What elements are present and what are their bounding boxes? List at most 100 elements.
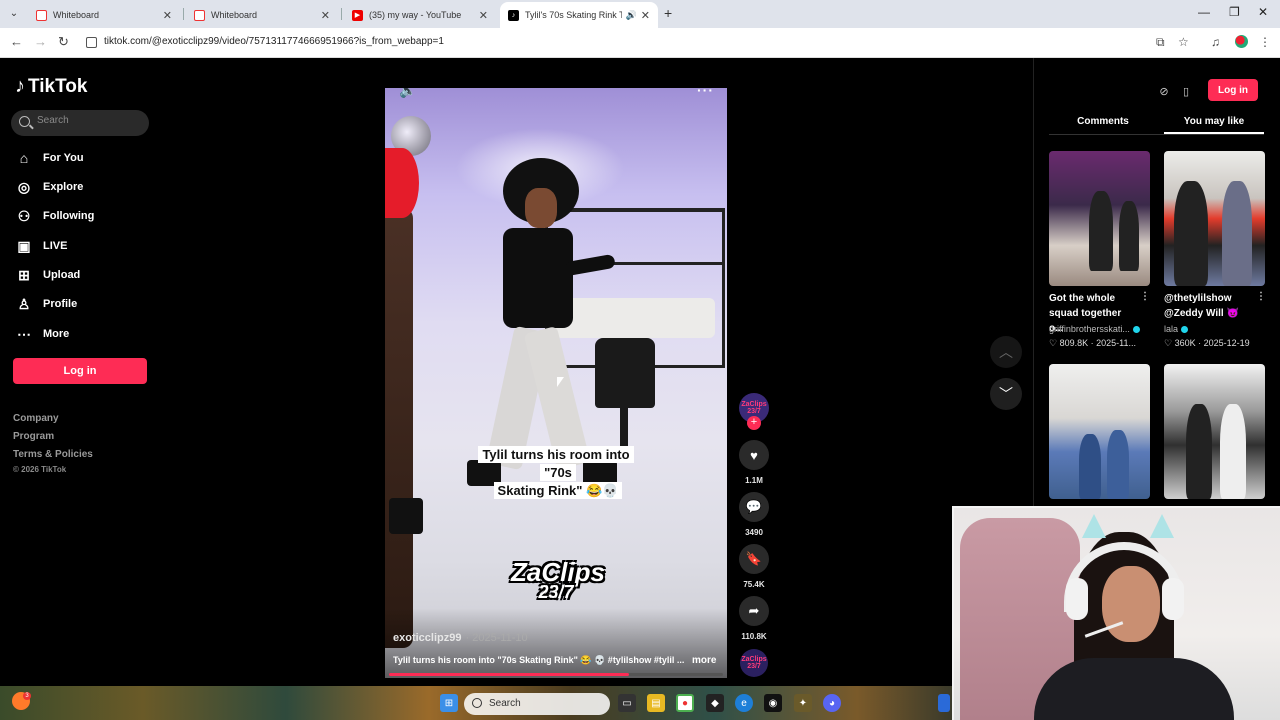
footer-link-terms[interactable]: Terms & Policies xyxy=(13,449,93,460)
thumbnail-figure xyxy=(1174,181,1208,286)
tab-search-chevron-icon[interactable]: ⌄ xyxy=(6,6,22,22)
suggested-video-author[interactable]: lala xyxy=(1164,324,1264,334)
edge-icon[interactable]: e xyxy=(735,694,753,712)
url-text[interactable]: tiktok.com/@exoticclipz99/video/75713117… xyxy=(104,36,444,47)
video-author-line[interactable]: exoticclipz99 · 2025-11-10 xyxy=(393,632,528,644)
tray-icon[interactable] xyxy=(938,694,950,712)
file-explorer-icon[interactable]: ▤ xyxy=(647,694,665,712)
tab-title: Whiteboard xyxy=(53,10,100,20)
nav-more[interactable]: ⋯ More xyxy=(15,323,69,345)
share-button[interactable]: ➦ xyxy=(739,596,769,626)
tab-whiteboard-1[interactable]: Whiteboard ✕ xyxy=(28,2,180,28)
tab-whiteboard-2[interactable]: Whiteboard ✕ xyxy=(186,2,338,28)
search-box[interactable] xyxy=(11,110,149,136)
tab-title: Whiteboard xyxy=(211,10,258,20)
previous-video-button[interactable]: ︿ xyxy=(990,336,1022,368)
media-controls-icon[interactable]: ♫ xyxy=(1211,35,1220,49)
follow-plus-icon[interactable]: + xyxy=(747,416,761,430)
author-handle[interactable]: exoticclipz99 xyxy=(393,632,461,644)
app-icon[interactable]: ◆ xyxy=(706,694,724,712)
like-button[interactable]: ♥ xyxy=(739,440,769,470)
phone-device-icon[interactable]: ▯ xyxy=(1178,83,1194,99)
nav-profile[interactable]: ♙ Profile xyxy=(15,293,78,315)
tab-tiktok-active[interactable]: ♪ Tylil's 70s Skating Rink Tran 🔊 ✕ xyxy=(500,2,658,28)
suggested-video-thumbnail[interactable] xyxy=(1049,364,1150,499)
volume-icon[interactable]: 🔈 xyxy=(399,88,416,99)
footer-link-company[interactable]: Company xyxy=(13,413,59,424)
next-video-button[interactable]: ﹀ xyxy=(990,378,1022,410)
nav-for-you[interactable]: ⌂ For You xyxy=(15,147,84,169)
close-tab-icon[interactable]: ✕ xyxy=(321,9,330,22)
address-bar: ← → ↻ tiktok.com/@exoticclipz99/video/75… xyxy=(0,28,1280,58)
bookmark-icon: 🔖 xyxy=(745,551,763,566)
cat-ear xyxy=(1082,514,1106,538)
video-options-icon[interactable]: ⋮ xyxy=(1256,291,1266,302)
windows-start-icon[interactable]: ⊞ xyxy=(440,694,458,712)
site-info-icon[interactable] xyxy=(86,37,97,48)
tab-comments[interactable]: Comments xyxy=(1049,116,1157,134)
close-tab-icon[interactable]: ✕ xyxy=(641,9,650,22)
roller-skate xyxy=(389,498,423,534)
zaclips-watermark: ZaClips 23/7 xyxy=(511,559,605,602)
browser-profile-avatar[interactable] xyxy=(1235,35,1248,48)
minimize-icon[interactable]: — xyxy=(1198,5,1210,19)
new-tab-button[interactable]: + xyxy=(664,5,672,21)
task-view-icon[interactable]: ▭ xyxy=(618,694,636,712)
nav-following[interactable]: ⚇ Following xyxy=(15,205,95,227)
sidebar-login-button[interactable]: Log in xyxy=(13,358,147,384)
browser-menu-icon[interactable]: ⋮ xyxy=(1259,35,1271,49)
suggested-video-thumbnail[interactable] xyxy=(1049,151,1150,286)
background-person xyxy=(385,208,413,648)
video-options-icon[interactable]: ⋮ xyxy=(1140,291,1150,302)
thumbnail-figure xyxy=(1119,201,1139,271)
close-tab-icon[interactable]: ✕ xyxy=(163,9,172,22)
description-more-link[interactable]: more xyxy=(692,655,716,666)
search-icon xyxy=(472,698,482,708)
sound-disc-avatar[interactable]: ZaClips 23/7 xyxy=(740,649,768,677)
compass-small-icon[interactable]: ⊘ xyxy=(1156,83,1172,99)
headset-earcup xyxy=(1066,578,1088,620)
close-tab-icon[interactable]: ✕ xyxy=(479,9,488,22)
nav-upload[interactable]: ⊞ Upload xyxy=(15,264,80,286)
video-date: · 2025-11-10 xyxy=(465,632,528,644)
taskbar-search[interactable]: Search xyxy=(464,693,610,715)
tab-youtube[interactable]: ▶ (35) my way - YouTube ✕ xyxy=(344,2,496,28)
suggested-video-author[interactable]: griffinbrothersskati... xyxy=(1049,324,1151,334)
headset-earcup xyxy=(1162,578,1184,620)
chrome-icon[interactable]: ● xyxy=(676,694,694,712)
footer-link-program[interactable]: Program xyxy=(13,431,54,442)
reload-icon[interactable]: ↻ xyxy=(58,34,69,50)
thumbnail-figure xyxy=(1220,404,1246,499)
video-progress-bar[interactable] xyxy=(389,673,723,676)
tiktok-logo[interactable]: ♪ TikTok xyxy=(15,75,87,98)
discord-icon[interactable]: ◕ xyxy=(823,694,841,712)
active-tab-underline xyxy=(1164,132,1264,134)
forward-icon[interactable]: → xyxy=(34,34,47,49)
nav-explore[interactable]: ◎ Explore xyxy=(15,176,83,198)
suggested-video-title[interactable]: @thetylilshow @Zeddy Will 😈 xyxy=(1164,291,1252,321)
comment-button[interactable]: 💬 xyxy=(739,492,769,522)
install-app-icon[interactable]: ⧉ xyxy=(1156,35,1165,50)
header-login-button[interactable]: Log in xyxy=(1208,79,1258,101)
obs-icon[interactable]: ◉ xyxy=(764,694,782,712)
caption-line-1: Tylil turns his room into "70s xyxy=(478,446,634,481)
thumbnail-figure xyxy=(1089,191,1113,271)
app-icon[interactable]: ✦ xyxy=(794,694,812,712)
search-input[interactable] xyxy=(37,115,137,126)
bookmark-star-icon[interactable]: ☆ xyxy=(1178,35,1189,49)
video-options-icon[interactable]: ··· xyxy=(697,88,714,98)
suggested-video-thumbnail[interactable] xyxy=(1164,151,1265,286)
close-window-icon[interactable]: ✕ xyxy=(1258,5,1268,19)
back-icon[interactable]: ← xyxy=(10,34,23,49)
nav-live[interactable]: ▣ LIVE xyxy=(15,235,67,257)
save-button[interactable]: 🔖 xyxy=(739,544,769,574)
tab-audio-icon[interactable]: 🔊 xyxy=(626,10,637,21)
nav-label: More xyxy=(43,328,70,340)
tab-title: (35) my way - YouTube xyxy=(369,10,462,20)
suggested-video-thumbnail[interactable] xyxy=(1164,364,1265,499)
video-date: 2025-11... xyxy=(1096,338,1136,348)
video-player[interactable]: Tylil turns his room into "70s Skating R… xyxy=(385,88,727,678)
taskbar-search-label: Search xyxy=(489,698,521,709)
live-icon: ▣ xyxy=(17,237,31,254)
restore-icon[interactable]: ❐ xyxy=(1229,5,1240,19)
